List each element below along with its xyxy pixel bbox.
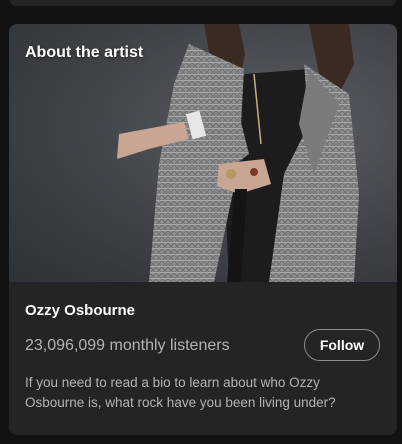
about-artist-card[interactable]: About the artist Ozzy Osbourne 23,096,09… bbox=[9, 24, 397, 435]
artist-photo[interactable] bbox=[9, 24, 397, 282]
follow-button[interactable]: Follow bbox=[304, 329, 380, 361]
artist-bio: If you need to read a bio to learn about… bbox=[25, 375, 336, 410]
about-artist-heading: About the artist bbox=[25, 44, 144, 61]
monthly-listeners: 23,096,099 monthly listeners bbox=[25, 337, 230, 354]
artist-photo-illustration bbox=[117, 24, 359, 282]
previous-card-edge bbox=[10, 0, 396, 6]
artist-name-link[interactable]: Ozzy Osbourne bbox=[25, 302, 135, 319]
